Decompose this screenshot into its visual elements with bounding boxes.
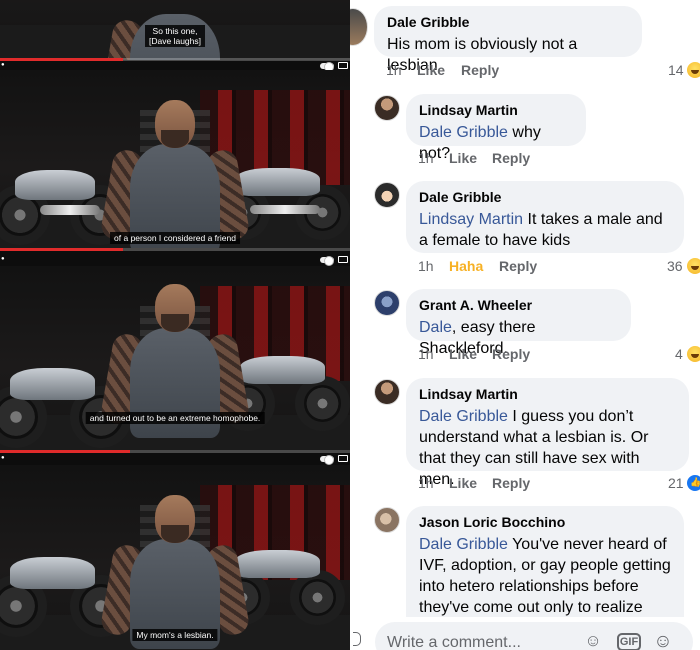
like-button[interactable]: Like <box>449 150 477 166</box>
comment-bubble: Lindsay Martin Dale Gribble why not? <box>406 94 586 162</box>
comment-time[interactable]: 1h <box>386 62 402 78</box>
video-progress-2[interactable] <box>0 248 350 251</box>
sticker-icon[interactable]: ☺ <box>581 631 605 650</box>
autoplay-toggle[interactable] <box>320 455 334 465</box>
comment-author[interactable]: Grant A. Wheeler <box>419 297 619 314</box>
avatar[interactable] <box>350 8 368 46</box>
comment-bubble: Lindsay Martin Dale Gribble I guess you … <box>406 378 689 488</box>
gif-icon[interactable]: GIF <box>617 633 641 650</box>
avatar[interactable] <box>374 182 400 208</box>
comment-author[interactable]: Dale Gribble <box>419 189 672 206</box>
comments-panel: Dale Gribble His mom is obviously not a … <box>350 0 700 650</box>
video-stills-panel: So this one, [Dave laughs] ● of a person… <box>0 0 350 650</box>
reply-button[interactable]: Reply <box>492 346 530 362</box>
comment-author[interactable]: Lindsay Martin <box>419 386 677 403</box>
emoji-icon[interactable]: ☺ <box>651 631 675 650</box>
comment-input-placeholder: Write a comment... <box>387 634 521 650</box>
comment-composer: Write a comment... ☺ GIF ☺ <box>350 617 700 650</box>
like-button[interactable]: Like <box>449 346 477 362</box>
video-caption-1: So this one, [Dave laughs] <box>145 25 205 47</box>
reply-button[interactable]: Reply <box>492 150 530 166</box>
video-controls-3: ● <box>0 455 350 465</box>
haha-button[interactable]: Haha <box>449 258 483 274</box>
comment-bubble: Grant A. Wheeler Dale, easy there Shackl… <box>406 289 631 357</box>
reply-button[interactable]: Reply <box>499 258 537 274</box>
video-progress-3[interactable] <box>0 450 350 453</box>
like-icon <box>687 475 700 491</box>
video-frame-1: So this one, [Dave laughs] <box>0 0 350 60</box>
video-controls-2: ● <box>0 256 350 266</box>
comment-time[interactable]: 1h <box>418 258 434 274</box>
comment-text: Lindsay Martin It takes a male and a fem… <box>419 211 663 249</box>
avatar[interactable] <box>374 95 400 121</box>
comment-mention[interactable]: Dale <box>419 319 452 336</box>
comment-text: Dale Gribble You've never heard of IVF, … <box>419 536 671 616</box>
video-controls-1: ● <box>0 62 350 72</box>
cc-icon[interactable] <box>338 62 348 69</box>
laugh-icon <box>687 258 700 274</box>
comment-author[interactable]: Jason Loric Bocchino <box>419 514 672 531</box>
avatar[interactable] <box>374 379 400 405</box>
comment-bubble: Dale Gribble His mom is obviously not a … <box>374 6 642 74</box>
comment-mention[interactable]: Dale Gribble <box>419 408 508 425</box>
comment-input[interactable]: Write a comment... ☺ GIF ☺ <box>375 622 693 650</box>
comment-time[interactable]: 1h <box>418 475 434 491</box>
reaction-count[interactable]: 14 <box>668 62 684 78</box>
video-caption-3: and turned out to be an extreme homophob… <box>85 412 265 424</box>
reaction-count[interactable]: 4 <box>675 346 683 362</box>
cc-icon[interactable] <box>338 256 348 263</box>
video-frame-3: and turned out to be an extreme homophob… <box>0 266 350 450</box>
comment-mention[interactable]: Dale Gribble <box>419 124 508 141</box>
cc-icon[interactable] <box>338 455 348 462</box>
comment-mention[interactable]: Dale Gribble <box>419 536 508 553</box>
video-progress-1[interactable] <box>0 58 350 61</box>
laugh-icon <box>687 346 700 362</box>
laugh-icon <box>687 62 700 78</box>
video-caption-4: My mom's a lesbian. <box>132 629 218 641</box>
autoplay-toggle[interactable] <box>320 256 334 266</box>
like-button[interactable]: Like <box>449 475 477 491</box>
video-frame-2: of a person I considered a friend <box>0 70 350 248</box>
camera-icon[interactable] <box>353 632 361 646</box>
comment-mention[interactable]: Lindsay Martin <box>419 211 523 228</box>
reaction-count[interactable]: 36 <box>667 258 683 274</box>
comment-author[interactable]: Lindsay Martin <box>419 102 574 119</box>
autoplay-toggle[interactable] <box>320 62 334 72</box>
reaction-count[interactable]: 21 <box>668 475 684 491</box>
comment-bubble: Dale Gribble Lindsay Martin It takes a m… <box>406 181 684 253</box>
avatar[interactable] <box>374 507 400 533</box>
video-frame-4: My mom's a lesbian. <box>0 465 350 650</box>
like-button[interactable]: Like <box>417 62 445 78</box>
reply-button[interactable]: Reply <box>492 475 530 491</box>
avatar[interactable] <box>374 290 400 316</box>
video-caption-2: of a person I considered a friend <box>110 232 240 244</box>
comment-author[interactable]: Dale Gribble <box>387 14 630 31</box>
comment-time[interactable]: 1h <box>418 346 434 362</box>
comment-time[interactable]: 1h <box>418 150 434 166</box>
reply-button[interactable]: Reply <box>461 62 499 78</box>
